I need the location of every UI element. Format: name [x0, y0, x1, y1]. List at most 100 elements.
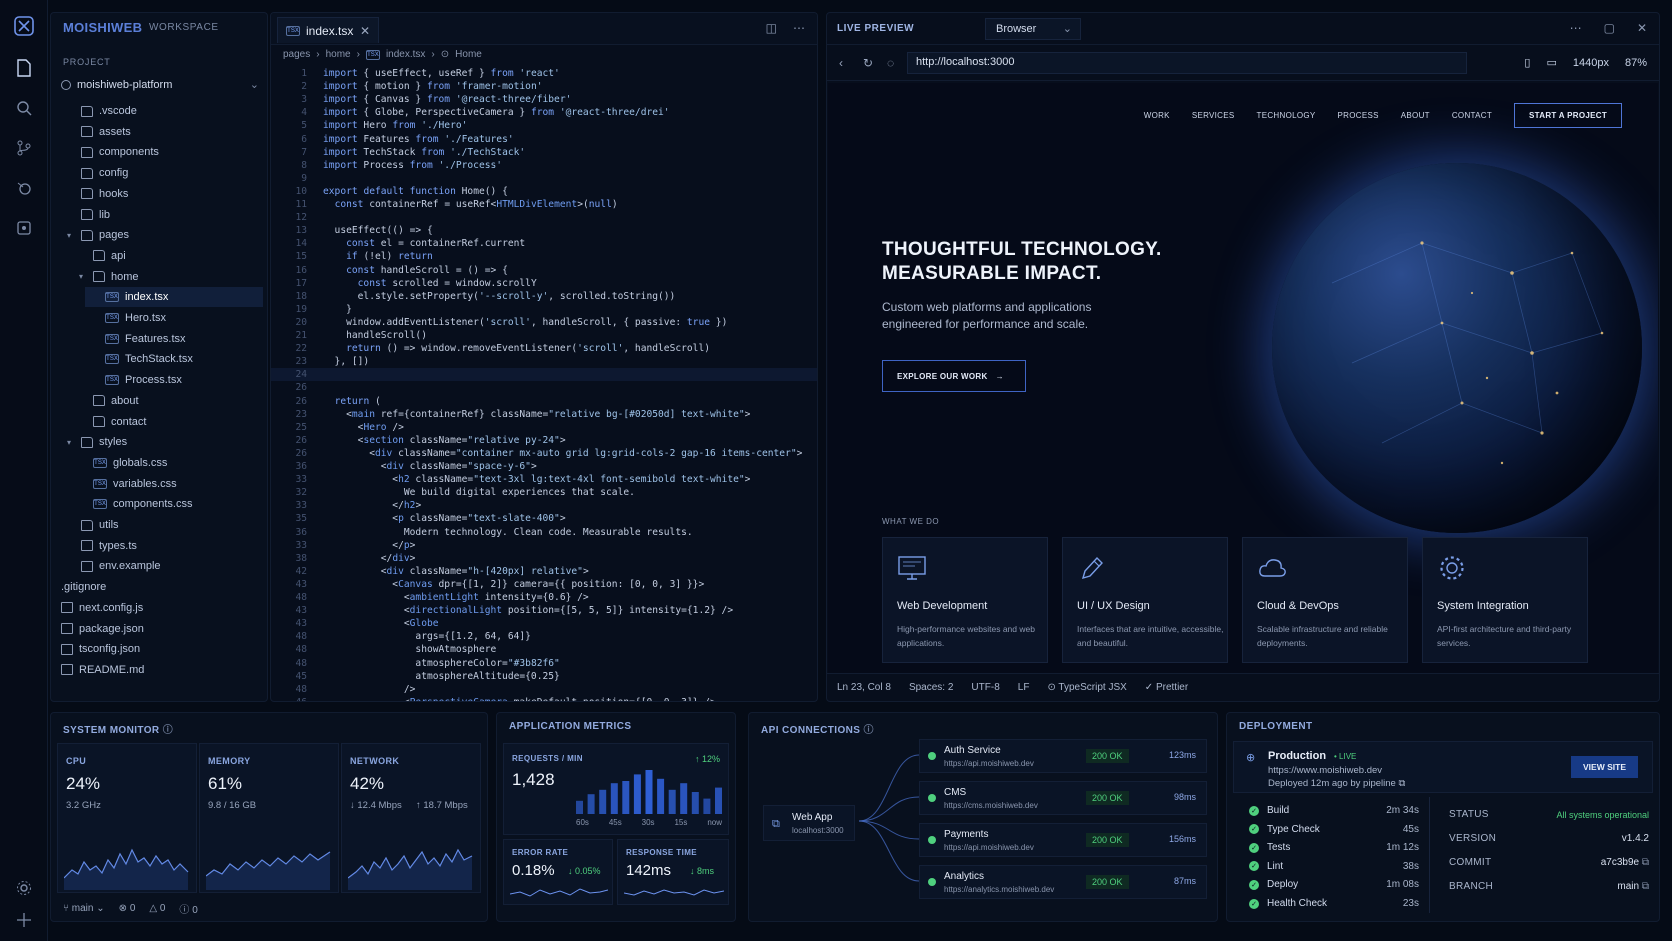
tree-item[interactable]: lib — [61, 205, 263, 225]
more-actions-icon[interactable]: ⋯ — [793, 21, 805, 35]
api-service-row[interactable]: Payments https://api.moishiweb.dev 200 O… — [919, 823, 1207, 857]
tree-item[interactable]: next.config.js — [55, 598, 263, 618]
language-mode[interactable]: ⊙ TypeScript JSX — [1047, 682, 1126, 693]
code-line[interactable]: 36 Modern technology. Clean code. Measur… — [271, 526, 817, 539]
service-card-cloud-devops[interactable]: Cloud & DevOps Scalable infrastructure a… — [1242, 537, 1408, 663]
source-control-icon[interactable] — [12, 136, 36, 160]
code-line[interactable]: 26 <div className="container mx-auto gri… — [271, 447, 817, 460]
branch-indicator[interactable]: ⑂ main ⌄ — [63, 903, 105, 914]
tree-item[interactable]: assets — [61, 122, 263, 142]
code-line[interactable]: 33 </p> — [271, 539, 817, 552]
code-line[interactable]: 21 handleScroll() — [271, 329, 817, 342]
copy-icon[interactable]: ⧉ — [1642, 857, 1649, 868]
code-line[interactable]: 13 useEffect(() => { — [271, 224, 817, 237]
code-line[interactable]: 48 showAtmosphere — [271, 643, 817, 656]
tree-item[interactable]: TSX TechStack.tsx — [85, 349, 263, 369]
split-editor-icon[interactable]: ◫ — [766, 21, 777, 35]
info-indicator[interactable]: ⓘ 0 — [179, 901, 197, 916]
pipeline-step[interactable]: ✓ Build 2m 34s — [1249, 805, 1419, 816]
copy-icon[interactable]: ⧉ — [1398, 778, 1405, 789]
nav-work[interactable]: WORK — [1144, 111, 1170, 120]
tree-item[interactable]: types.ts — [61, 536, 263, 556]
back-icon[interactable]: ‹ — [839, 56, 843, 70]
site-info-icon[interactable]: ◌ — [887, 56, 894, 70]
code-line[interactable]: 48 args={[1.2, 64, 64]} — [271, 630, 817, 643]
zoom-level[interactable]: 87% — [1625, 57, 1647, 69]
code-line[interactable]: 17 const scrolled = window.scrollY — [271, 277, 817, 290]
code-line[interactable]: 33 <h2 className="text-3xl lg:text-4xl f… — [271, 473, 817, 486]
code-line[interactable]: 46 <PerspectiveCamera makeDefault positi… — [271, 696, 817, 701]
tree-item[interactable]: contact — [73, 412, 263, 432]
indentation[interactable]: Spaces: 2 — [909, 682, 953, 693]
tree-item[interactable]: README.md — [55, 660, 263, 680]
warnings-indicator[interactable]: △ 0 — [149, 903, 165, 914]
tree-item[interactable]: utils — [61, 515, 263, 535]
search-icon[interactable] — [12, 96, 36, 120]
pipeline-step[interactable]: ✓ Type Check 45s — [1249, 824, 1419, 835]
code-line[interactable]: 20 window.addEventListener('scroll', han… — [271, 316, 817, 329]
code-line[interactable]: 32 We build digital experiences that sca… — [271, 486, 817, 499]
tree-item[interactable]: package.json — [55, 619, 263, 639]
service-card-ui-ux-design[interactable]: UI / UX Design Interfaces that are intui… — [1062, 537, 1228, 663]
code-line[interactable]: 26 return ( — [271, 395, 817, 408]
nav-services[interactable]: SERVICES — [1192, 111, 1235, 120]
maximize-icon[interactable]: ▢ — [1604, 21, 1615, 35]
api-service-row[interactable]: Analytics https://analytics.moishiweb.de… — [919, 865, 1207, 899]
tree-item[interactable]: ▾ styles — [61, 432, 263, 452]
breadcrumb-item[interactable]: Home — [455, 49, 482, 60]
info-icon[interactable]: ⓘ — [864, 725, 874, 736]
code-line[interactable]: 9 — [271, 172, 817, 185]
code-line[interactable]: 14 const el = containerRef.current — [271, 237, 817, 250]
info-icon[interactable]: ⓘ — [163, 725, 173, 736]
code-line[interactable]: 12 — [271, 211, 817, 224]
tree-item[interactable]: TSX globals.css — [73, 453, 263, 473]
line-ending[interactable]: LF — [1018, 682, 1030, 693]
close-icon[interactable]: ✕ — [1637, 21, 1647, 35]
extensions-icon[interactable] — [12, 216, 36, 240]
code-line[interactable]: 48 <ambientLight intensity={0.6} /> — [271, 591, 817, 604]
code-line[interactable]: 22 return () => window.removeEventListen… — [271, 342, 817, 355]
code-line[interactable]: 24 — [271, 368, 817, 382]
run-debug-icon[interactable] — [12, 176, 36, 200]
code-line[interactable]: 3 import { Canvas } from '@react-three/fi… — [271, 93, 817, 106]
code-line[interactable]: 19 } — [271, 303, 817, 316]
api-source-web-app[interactable]: ⧉ Web App localhost:3000 — [763, 805, 855, 841]
code-line[interactable]: 48 /> — [271, 683, 817, 696]
breadcrumb-item[interactable]: index.tsx — [386, 49, 425, 60]
code-line[interactable]: 43 <Canvas dpr={[1, 2]} camera={{ positi… — [271, 578, 817, 591]
view-site-button[interactable]: VIEW SITE — [1571, 756, 1638, 778]
code-line[interactable]: 11 const containerRef = useRef<HTMLDivEl… — [271, 198, 817, 211]
pipeline-step[interactable]: ✓ Health Check 23s — [1249, 898, 1419, 909]
close-tab-icon[interactable]: ✕ — [360, 24, 370, 38]
tree-item[interactable]: hooks — [61, 184, 263, 204]
url-input[interactable]: http://localhost:3000 — [907, 52, 1467, 74]
tree-item[interactable]: tsconfig.json — [55, 639, 263, 659]
tree-item[interactable]: env.example — [61, 556, 263, 576]
project-selector[interactable]: moishiweb-platform ⌄ — [61, 76, 261, 94]
cursor-position[interactable]: Ln 23, Col 8 — [837, 682, 891, 693]
nav-process[interactable]: PROCESS — [1338, 111, 1379, 120]
bookmark-icon[interactable]: ▯ — [1524, 56, 1530, 69]
code-line[interactable]: 2 import { motion } from 'framer-motion' — [271, 80, 817, 93]
tree-item[interactable]: TSX Process.tsx — [85, 370, 263, 390]
nav-technology[interactable]: TECHNOLOGY — [1257, 111, 1316, 120]
code-line[interactable]: 43 <directionalLight position={[5, 5, 5]… — [271, 604, 817, 617]
moishiweb-logo-icon[interactable] — [14, 16, 34, 36]
pipeline-step[interactable]: ✓ Tests 1m 12s — [1249, 842, 1419, 853]
breadcrumb-item[interactable]: home — [326, 49, 351, 60]
code-line[interactable]: 16 const handleScroll = () => { — [271, 264, 817, 277]
code-line[interactable]: 45 atmosphereAltitude={0.25} — [271, 670, 817, 683]
viewport-width[interactable]: 1440px — [1573, 57, 1609, 69]
explore-work-button[interactable]: EXPLORE OUR WORK → — [882, 360, 1026, 392]
tree-item[interactable]: components — [61, 142, 263, 162]
code-line[interactable]: 15 if (!el) return — [271, 250, 817, 263]
breadcrumb-item[interactable]: pages — [283, 49, 310, 60]
tree-item[interactable]: .gitignore — [55, 577, 263, 597]
device-icon[interactable]: ▭ — [1546, 56, 1556, 69]
code-line[interactable]: 7 import TechStack from './TechStack' — [271, 146, 817, 159]
code-line[interactable]: 1 import { useEffect, useRef } from 'reac… — [271, 67, 817, 80]
tree-item[interactable]: TSX components.css — [73, 494, 263, 514]
more-actions-icon[interactable]: ⋯ — [1570, 21, 1582, 35]
code-line[interactable]: 42 <div className="h-[420px] relative"> — [271, 565, 817, 578]
browser-select[interactable]: Browser ⌄ — [985, 18, 1081, 40]
